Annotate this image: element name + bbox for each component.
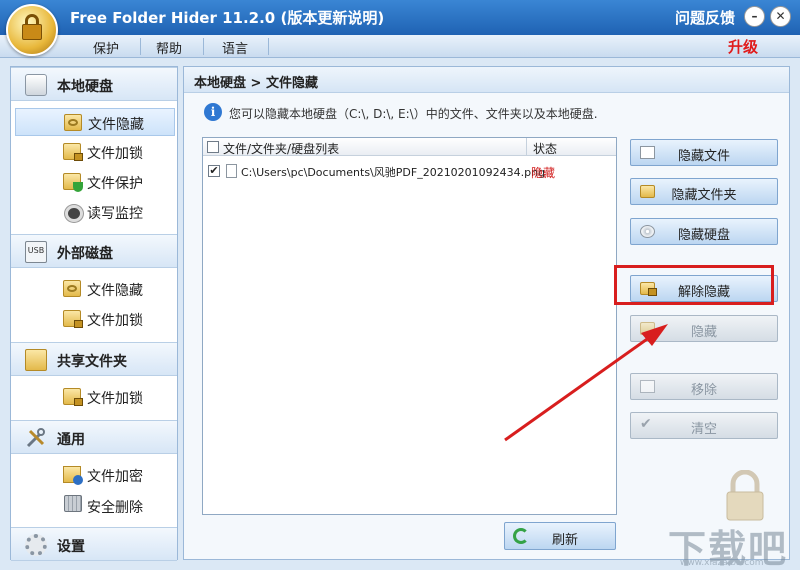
- file-icon: [226, 164, 237, 178]
- watermark-lock-icon: [726, 470, 764, 521]
- sidebar-item-local-file-protect[interactable]: 文件保护: [15, 168, 175, 196]
- sidebar-item-external-file-hide[interactable]: 文件隐藏: [15, 275, 175, 303]
- sidebar-item-label: 安全删除: [87, 500, 143, 516]
- menu-help[interactable]: 帮助: [156, 38, 182, 57]
- upgrade-link[interactable]: 升级: [728, 36, 758, 57]
- info-icon: i: [204, 103, 222, 121]
- tools-icon: [25, 427, 47, 449]
- hard-disk-icon: [25, 74, 47, 96]
- button-label: 清空: [690, 422, 717, 437]
- file-status: 隐藏: [531, 166, 556, 180]
- sidebar-section-label: 通用: [57, 432, 85, 448]
- sidebar-section-shared-folder[interactable]: 共享文件夹: [11, 342, 177, 376]
- info-message: 您可以隐藏本地硬盘（C:\, D:\, E:\）中的文件、文件夹以及本地硬盘.: [229, 107, 598, 121]
- remove-button[interactable]: 移除: [630, 373, 778, 400]
- sidebar-item-label: 文件加密: [87, 469, 143, 485]
- sidebar-item-label: 文件加锁: [87, 313, 143, 329]
- sidebar-section-local-disk[interactable]: 本地硬盘: [11, 67, 177, 101]
- sidebar-item-local-file-lock[interactable]: 文件加锁: [15, 138, 175, 166]
- menu-protect[interactable]: 保护: [93, 38, 119, 57]
- watermark-domain: www.xiazaiba.com: [680, 558, 764, 568]
- sidebar: 本地硬盘 文件隐藏 文件加锁 文件保护 读写监控 USB 外部磁盘 文件隐藏 文…: [10, 66, 178, 561]
- sidebar-item-label: 文件加锁: [87, 146, 143, 162]
- sidebar-section-label: 本地硬盘: [57, 79, 113, 95]
- highlight-box: [614, 265, 774, 305]
- row-checkbox[interactable]: ✔: [208, 165, 220, 177]
- monitor-icon: [65, 205, 83, 222]
- sidebar-section-general[interactable]: 通用: [11, 420, 177, 454]
- refresh-button[interactable]: 刷新: [504, 522, 616, 550]
- button-label: 隐藏硬盘: [677, 228, 730, 243]
- sidebar-item-external-file-lock[interactable]: 文件加锁: [15, 305, 175, 333]
- sidebar-item-label: 读写监控: [87, 206, 143, 222]
- shredder-icon: [64, 495, 82, 512]
- folder-lock-icon: [63, 310, 83, 328]
- button-label: 隐藏文件: [677, 149, 730, 164]
- folder-hide-icon: [64, 114, 82, 131]
- feedback-link[interactable]: 问题反馈: [675, 7, 735, 28]
- folder-hide-icon: [63, 280, 81, 297]
- sidebar-item-file-encrypt[interactable]: 文件加密: [15, 461, 175, 489]
- app-logo-icon: [6, 4, 58, 56]
- usb-disk-icon: USB: [25, 241, 47, 263]
- sidebar-section-label: 外部磁盘: [57, 246, 113, 262]
- menu-language[interactable]: 语言: [222, 38, 248, 57]
- title-bar: Free Folder Hider 11.2.0 (版本更新说明) 问题反馈 –…: [0, 0, 800, 35]
- table-row[interactable]: ✔ C:\Users\pc\Documents\风驰PDF_2021020109…: [203, 162, 616, 180]
- file-list[interactable]: 文件/文件夹/硬盘列表 状态 ✔ C:\Users\pc\Documents\风…: [202, 137, 617, 515]
- breadcrumb: 本地硬盘 > 文件隐藏: [184, 67, 789, 93]
- column-header-status[interactable]: 状态: [533, 140, 557, 157]
- file-path: C:\Users\pc\Documents\风驰PDF_202102010924…: [241, 166, 546, 179]
- sidebar-item-secure-delete[interactable]: 安全删除: [15, 492, 175, 520]
- sidebar-section-external-disk[interactable]: USB 外部磁盘: [11, 234, 177, 268]
- sidebar-item-label: 文件加锁: [87, 391, 143, 407]
- menu-bar: 保护 帮助 语言 升级: [0, 35, 800, 58]
- sidebar-section-label: 共享文件夹: [57, 354, 127, 370]
- button-label: 刷新: [551, 533, 578, 548]
- shared-folder-icon: [25, 349, 47, 371]
- select-all-checkbox[interactable]: [207, 141, 219, 153]
- hide-button[interactable]: 隐藏: [630, 315, 778, 342]
- gear-icon: [25, 534, 47, 556]
- window-title: Free Folder Hider 11.2.0 (版本更新说明): [70, 9, 385, 27]
- hide-folder-button[interactable]: 隐藏文件夹: [630, 178, 778, 205]
- button-label: 移除: [690, 383, 717, 398]
- sidebar-item-local-file-hide[interactable]: 文件隐藏: [15, 108, 175, 136]
- sidebar-item-label: 文件隐藏: [88, 117, 144, 133]
- file-encrypt-icon: [63, 466, 83, 485]
- close-button[interactable]: ✕: [770, 6, 791, 27]
- sidebar-item-label: 文件保护: [87, 176, 143, 192]
- file-list-header: 文件/文件夹/硬盘列表 状态: [203, 138, 616, 156]
- hide-file-button[interactable]: 隐藏文件: [630, 139, 778, 166]
- sidebar-item-rw-monitor[interactable]: 读写监控: [15, 198, 175, 226]
- sidebar-section-settings[interactable]: 设置: [11, 527, 177, 561]
- button-label: 隐藏文件夹: [671, 188, 737, 203]
- folder-lock-icon: [63, 388, 83, 406]
- sidebar-item-label: 文件隐藏: [87, 283, 143, 299]
- watermark-logo: 下载吧 www.xiazaiba.com: [668, 470, 798, 570]
- folder-protect-icon: [63, 173, 83, 192]
- clear-button[interactable]: ✔ 清空: [630, 412, 778, 439]
- sidebar-section-label: 设置: [57, 539, 85, 555]
- folder-lock-icon: [63, 143, 83, 161]
- minimize-button[interactable]: –: [744, 6, 765, 27]
- button-label: 隐藏: [690, 325, 717, 340]
- column-header-path[interactable]: 文件/文件夹/硬盘列表: [223, 140, 339, 157]
- sidebar-item-shared-file-lock[interactable]: 文件加锁: [15, 383, 175, 411]
- hide-disk-button[interactable]: 隐藏硬盘: [630, 218, 778, 245]
